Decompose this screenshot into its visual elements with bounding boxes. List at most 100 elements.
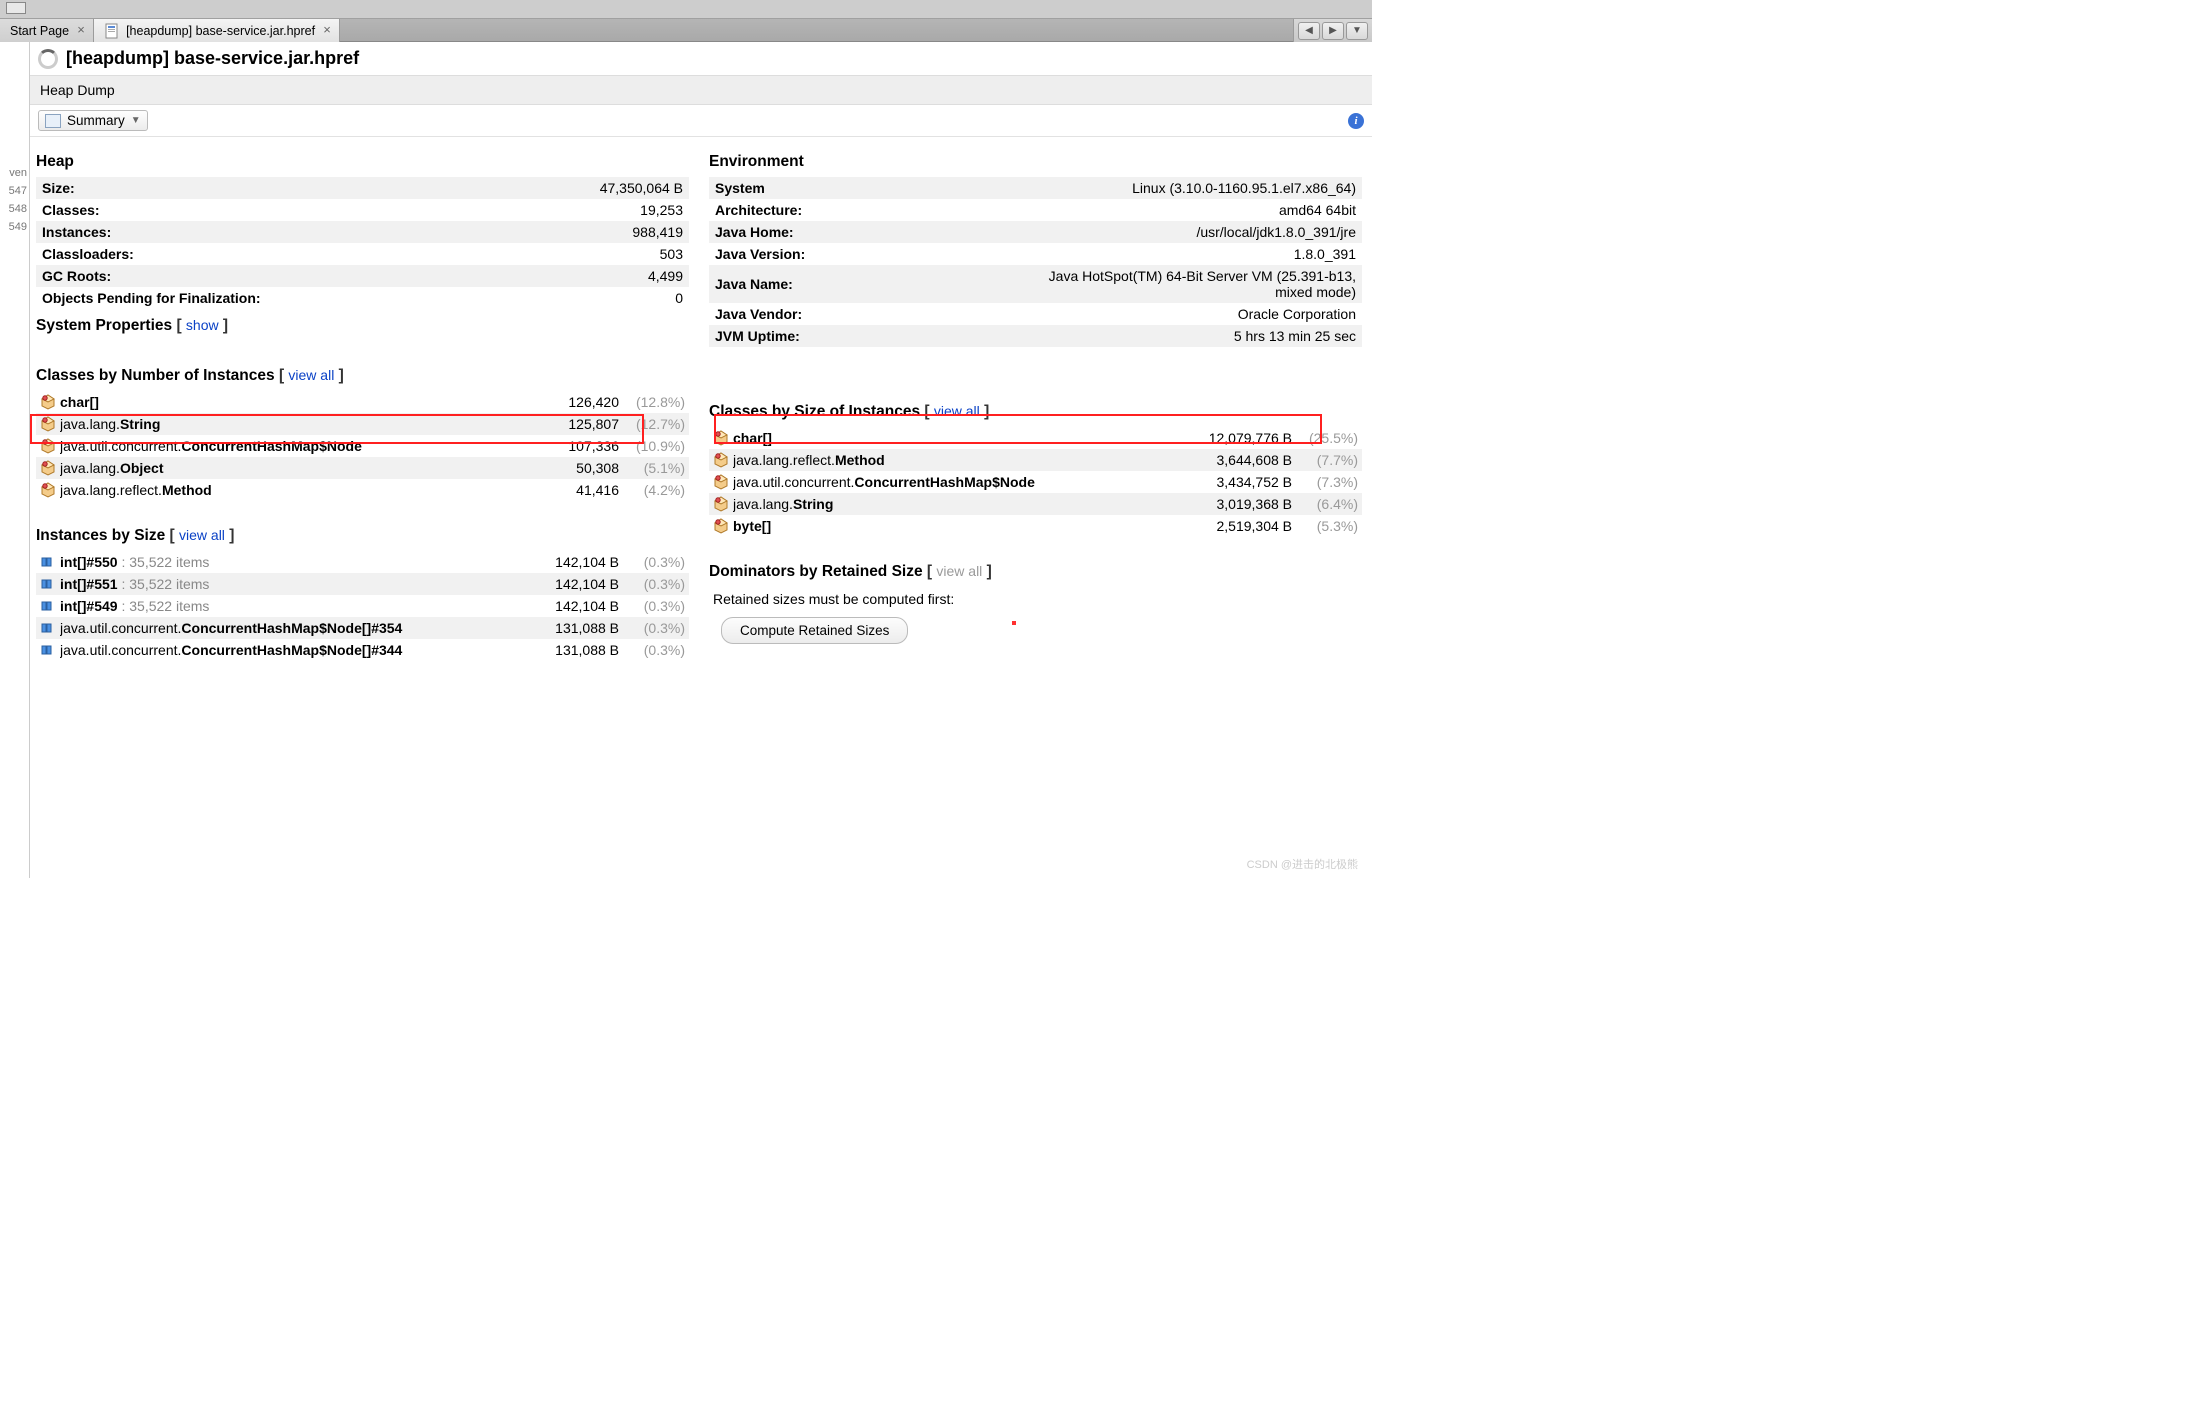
- array-icon: [40, 554, 56, 570]
- view-dropdown[interactable]: Summary ▼: [38, 110, 148, 131]
- class-icon: [713, 452, 729, 468]
- class-icon: [40, 438, 56, 454]
- env-heading: Environment: [709, 145, 1362, 177]
- tab-start-page[interactable]: Start Page ×: [0, 19, 94, 42]
- tab-heapdump[interactable]: [heapdump] base-service.jar.hpref ×: [94, 19, 340, 42]
- row-key: Java Name:: [709, 265, 1009, 303]
- class-name: java.lang.reflect.Method: [60, 482, 505, 498]
- value: 2,519,304 B: [1182, 518, 1292, 534]
- list-item[interactable]: java.util.concurrent.ConcurrentHashMap$N…: [36, 639, 689, 661]
- list-item[interactable]: java.util.concurrent.ConcurrentHashMap$N…: [36, 617, 689, 639]
- compute-retained-sizes-button[interactable]: Compute Retained Sizes: [721, 617, 908, 644]
- list-item[interactable]: java.lang.Object50,308(5.1%): [36, 457, 689, 479]
- nav-prev-button[interactable]: ◀: [1298, 22, 1320, 40]
- row-value: Java HotSpot(TM) 64-Bit Server VM (25.39…: [1009, 265, 1362, 303]
- class-icon: [713, 430, 729, 446]
- instance-name: int[]#551 : 35,522 items: [60, 576, 505, 592]
- list-item[interactable]: java.lang.reflect.Method3,644,608 B(7.7%…: [709, 449, 1362, 471]
- list-item[interactable]: int[]#550 : 35,522 items142,104 B(0.3%): [36, 551, 689, 573]
- list-item[interactable]: java.lang.String3,019,368 B(6.4%): [709, 493, 1362, 515]
- by-size-heading: Classes by Size of Instances [ view all …: [709, 395, 1362, 427]
- list-item[interactable]: java.lang.reflect.Method41,416(4.2%): [36, 479, 689, 501]
- instance-name: java.util.concurrent.ConcurrentHashMap$N…: [60, 642, 505, 658]
- table-row: Instances:988,419: [36, 221, 689, 243]
- percent: (0.3%): [623, 598, 685, 614]
- list-item[interactable]: byte[]2,519,304 B(5.3%): [709, 515, 1362, 537]
- value: 131,088 B: [509, 642, 619, 658]
- list-item[interactable]: char[]12,079,776 B(25.5%): [709, 427, 1362, 449]
- percent: (0.3%): [623, 642, 685, 658]
- toolbar: Summary ▼ i: [30, 105, 1372, 137]
- row-key: System: [709, 177, 1009, 199]
- dominators-view-all-link: view all: [936, 563, 982, 579]
- env-table: SystemLinux (3.10.0-1160.95.1.el7.x86_64…: [709, 177, 1362, 347]
- table-row: Classloaders:503: [36, 243, 689, 265]
- table-row: Java Home:/usr/local/jdk1.8.0_391/jre: [709, 221, 1362, 243]
- value: 142,104 B: [509, 598, 619, 614]
- close-icon[interactable]: ×: [75, 25, 87, 37]
- percent: (12.7%): [623, 416, 685, 432]
- watermark: CSDN @进击的北极熊: [1247, 856, 1358, 872]
- dominators-heading: Dominators by Retained Size [ view all ]: [709, 555, 1362, 587]
- value: 3,019,368 B: [1182, 496, 1292, 512]
- list-item[interactable]: int[]#549 : 35,522 items142,104 B(0.3%): [36, 595, 689, 617]
- value: 142,104 B: [509, 576, 619, 592]
- dominators-msg: Retained sizes must be computed first:: [709, 587, 1362, 611]
- table-row: JVM Uptime:5 hrs 13 min 25 sec: [709, 325, 1362, 347]
- section-header: Heap Dump: [30, 75, 1372, 105]
- class-name: java.lang.String: [733, 496, 1178, 512]
- class-icon: [713, 496, 729, 512]
- by-count-view-all-link[interactable]: view all: [288, 367, 334, 383]
- left-gutter: ven 547 548 549: [0, 42, 30, 878]
- list-item[interactable]: int[]#551 : 35,522 items142,104 B(0.3%): [36, 573, 689, 595]
- row-key: Architecture:: [709, 199, 1009, 221]
- nav-menu-button[interactable]: ▼: [1346, 22, 1368, 40]
- array-icon: [40, 620, 56, 636]
- by-size-view-all-link[interactable]: view all: [934, 403, 980, 419]
- percent: (0.3%): [623, 554, 685, 570]
- percent: (12.8%): [623, 394, 685, 410]
- table-row: Java Name:Java HotSpot(TM) 64-Bit Server…: [709, 265, 1362, 303]
- info-icon[interactable]: i: [1348, 113, 1364, 129]
- percent: (7.7%): [1296, 452, 1358, 468]
- list-item[interactable]: java.util.concurrent.ConcurrentHashMap$N…: [709, 471, 1362, 493]
- table-row: GC Roots:4,499: [36, 265, 689, 287]
- list-item[interactable]: java.util.concurrent.ConcurrentHashMap$N…: [36, 435, 689, 457]
- array-icon: [40, 576, 56, 592]
- row-value: amd64 64bit: [1009, 199, 1362, 221]
- percent: (5.1%): [623, 460, 685, 476]
- value: 50,308: [509, 460, 619, 476]
- list-item[interactable]: java.lang.String125,807(12.7%): [36, 413, 689, 435]
- class-icon: [713, 518, 729, 534]
- window-control[interactable]: [6, 2, 26, 14]
- by-count-list: char[]126,420(12.8%)java.lang.String125,…: [36, 391, 689, 501]
- row-value: 47,350,064 B: [336, 177, 689, 199]
- content-area: Heap Size:47,350,064 BClasses:19,253Inst…: [30, 137, 1372, 878]
- row-value: 1.8.0_391: [1009, 243, 1362, 265]
- row-key: GC Roots:: [36, 265, 336, 287]
- sysprops-heading: System Properties [ show ]: [36, 309, 689, 341]
- by-size-list: char[]12,079,776 B(25.5%)java.lang.refle…: [709, 427, 1362, 537]
- array-icon: [40, 598, 56, 614]
- list-item[interactable]: char[]126,420(12.8%): [36, 391, 689, 413]
- instance-name: int[]#549 : 35,522 items: [60, 598, 505, 614]
- page-title: [heapdump] base-service.jar.hpref: [30, 42, 1372, 75]
- row-value: 988,419: [336, 221, 689, 243]
- dropdown-label: Summary: [67, 113, 125, 128]
- percent: (4.2%): [623, 482, 685, 498]
- percent: (5.3%): [1296, 518, 1358, 534]
- row-value: 4,499: [336, 265, 689, 287]
- inst-size-view-all-link[interactable]: view all: [179, 527, 225, 543]
- class-icon: [713, 474, 729, 490]
- nav-next-button[interactable]: ▶: [1322, 22, 1344, 40]
- instance-name: java.util.concurrent.ConcurrentHashMap$N…: [60, 620, 505, 636]
- sysprops-show-link[interactable]: show: [186, 317, 219, 333]
- row-value: Linux (3.10.0-1160.95.1.el7.x86_64): [1009, 177, 1362, 199]
- value: 125,807: [509, 416, 619, 432]
- close-icon[interactable]: ×: [321, 25, 333, 37]
- class-name: java.util.concurrent.ConcurrentHashMap$N…: [733, 474, 1178, 490]
- row-value: 5 hrs 13 min 25 sec: [1009, 325, 1362, 347]
- row-value: Oracle Corporation: [1009, 303, 1362, 325]
- table-row: Classes:19,253: [36, 199, 689, 221]
- heap-heading: Heap: [36, 145, 689, 177]
